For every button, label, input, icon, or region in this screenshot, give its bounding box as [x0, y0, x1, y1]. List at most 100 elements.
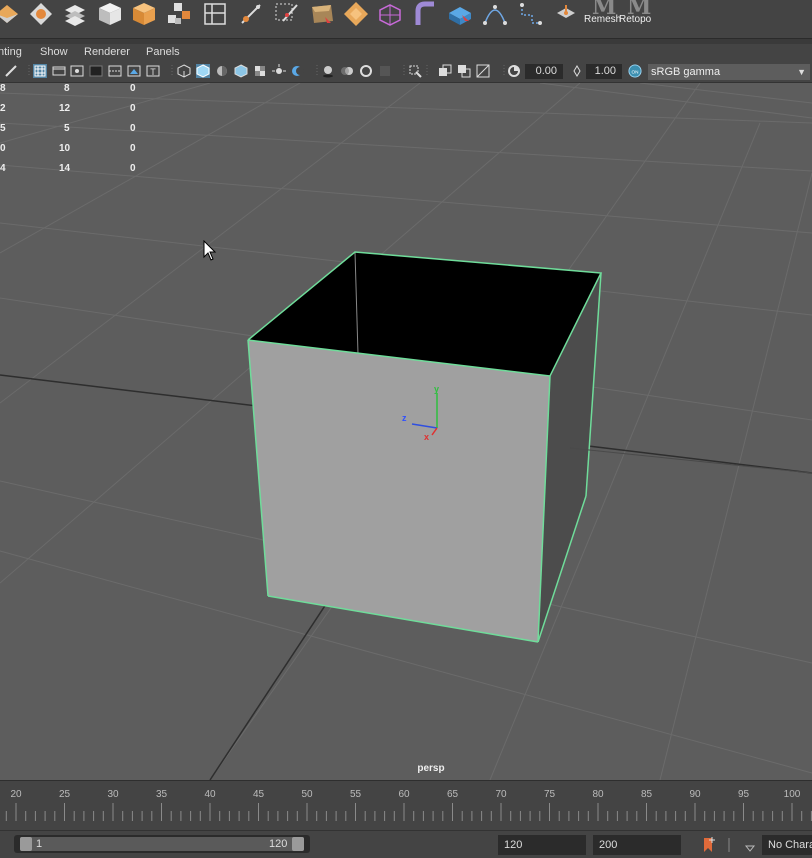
remesh-button[interactable]: M Remesh: [584, 0, 624, 30]
extrude-icon[interactable]: [343, 1, 369, 27]
path-icon[interactable]: [518, 1, 544, 27]
frame-tick-label: 80: [592, 789, 604, 800]
curve-icon[interactable]: [482, 1, 508, 27]
lights-icon[interactable]: [272, 64, 286, 78]
screen-space-ao-icon[interactable]: [321, 64, 335, 78]
multi-cut-icon[interactable]: [202, 1, 228, 27]
hud-value: 0: [130, 143, 136, 154]
smooth-shade-icon[interactable]: [196, 64, 210, 78]
frame-tick-label: 85: [640, 789, 653, 800]
hud-value: 4: [0, 163, 6, 174]
range-end-value: 120: [269, 838, 288, 850]
hud-value: 0: [130, 83, 136, 94]
camera-name-label: persp: [417, 763, 445, 774]
poly-sphere-icon[interactable]: [0, 1, 20, 27]
xray-icon[interactable]: [438, 64, 452, 78]
range-slider-bar-fill: [20, 837, 304, 851]
wireframe-on-shaded-icon[interactable]: [234, 64, 248, 78]
motion-blur-icon[interactable]: [340, 64, 354, 78]
color-management-icon[interactable]: ON: [628, 64, 643, 79]
default-material-icon[interactable]: [215, 64, 229, 78]
frame-tick-label: 45: [252, 789, 265, 800]
poly-plane-icon[interactable]: [28, 1, 54, 27]
cube-icon[interactable]: [97, 1, 123, 27]
soft-select-icon[interactable]: [553, 1, 579, 27]
panel-menu-bar: nting Show Renderer Panels: [0, 44, 812, 62]
frame-tick-label: 95: [737, 789, 750, 800]
combine-icon[interactable]: [166, 1, 192, 27]
range-start-handle[interactable]: [20, 837, 32, 851]
range-slider[interactable]: 1 120: [14, 835, 310, 853]
cube-front-face: [248, 340, 550, 642]
hud-value: 10: [59, 143, 71, 154]
perspective-viewport[interactable]: y z x 8 8 0 2 12 0 5 5 0 0 10 0 4 14 0 p…: [0, 83, 812, 780]
anti-aliasing-icon[interactable]: [359, 64, 373, 78]
character-set-dropdown[interactable]: No Character Set: [762, 835, 812, 855]
film-gate-icon[interactable]: [52, 64, 66, 78]
depth-of-field-icon[interactable]: [378, 64, 392, 78]
hud-value: 2: [0, 103, 6, 114]
frame-tick-label: 90: [689, 789, 701, 800]
chevron-down-icon: ▼: [797, 67, 806, 77]
shadows-icon[interactable]: [291, 64, 305, 78]
poly-type-icon[interactable]: [62, 1, 88, 27]
gamma-field[interactable]: 1.00: [586, 64, 622, 79]
hud-value: 0: [130, 123, 136, 134]
brush-icon[interactable]: [4, 64, 18, 78]
toolbar-separator-icon: [420, 64, 434, 78]
frame-tick-label: 55: [349, 789, 362, 800]
menu-show[interactable]: Show: [40, 46, 68, 58]
gate-mask-icon[interactable]: [89, 64, 103, 78]
hud-row: 2 12 0: [0, 103, 140, 117]
exposure-field[interactable]: 0.00: [525, 64, 563, 79]
safe-action-icon[interactable]: [127, 64, 141, 78]
mirror-icon[interactable]: [447, 1, 473, 27]
frame-tick-label: 65: [446, 789, 459, 800]
hud-value: 5: [64, 123, 70, 134]
animation-end-field[interactable]: 200: [593, 835, 681, 855]
shelf: M Remesh M Retopo: [0, 0, 812, 38]
playback-end-field[interactable]: 120: [498, 835, 586, 855]
menu-renderer[interactable]: Renderer: [84, 46, 130, 58]
frame-tick-label: 50: [301, 789, 313, 800]
resolution-gate-icon[interactable]: [70, 64, 84, 78]
viewport-scene: [0, 83, 812, 780]
exposure-icon[interactable]: [507, 64, 521, 78]
frame-tick-label: 25: [58, 789, 71, 800]
hud-value: 12: [59, 103, 71, 114]
bevel-icon[interactable]: [309, 1, 335, 27]
hud-value: 8: [0, 83, 6, 94]
grid-toggle-icon[interactable]: [33, 64, 47, 78]
smooth-icon[interactable]: [412, 1, 438, 27]
svg-text:T: T: [150, 67, 156, 77]
menu-panels[interactable]: Panels: [146, 46, 180, 58]
frame-tick-label: 100: [783, 789, 801, 800]
remesh-label: Remesh: [584, 14, 622, 25]
cylinder-icon[interactable]: [131, 1, 157, 27]
frame-tick-label: 75: [543, 789, 556, 800]
hud-row: 0 10 0: [0, 143, 140, 157]
bridge-icon[interactable]: [377, 1, 403, 27]
gamma-icon[interactable]: [570, 64, 584, 78]
field-chart-icon[interactable]: [108, 64, 122, 78]
range-end-handle[interactable]: [292, 837, 304, 851]
textured-icon[interactable]: [253, 64, 267, 78]
xray-components-icon[interactable]: [476, 64, 490, 78]
hud-value: 0: [0, 143, 6, 154]
wireframe-icon[interactable]: [177, 64, 191, 78]
range-start-value: 1: [36, 838, 43, 850]
menu-lighting[interactable]: nting: [0, 46, 22, 58]
svg-text:ON: ON: [632, 69, 639, 74]
hud-value: 14: [59, 163, 71, 174]
xray-joints-icon[interactable]: [457, 64, 471, 78]
chevron-down-icon[interactable]: [744, 839, 756, 852]
auto-key-icon[interactable]: [702, 836, 716, 854]
axis-z-label: z: [402, 413, 407, 423]
target-weld-icon[interactable]: [238, 1, 264, 27]
hud-value: 5: [0, 123, 6, 134]
safe-title-icon[interactable]: T: [146, 64, 160, 78]
quad-draw-icon[interactable]: [273, 1, 299, 27]
time-slider[interactable]: 20 25 30 35 40 45 50 55 60 65 70 75 80 85 90 95 100: [0, 780, 812, 823]
color-space-dropdown[interactable]: sRGB gamma ▼: [648, 64, 810, 80]
retopo-button[interactable]: M Retopo: [619, 0, 659, 30]
